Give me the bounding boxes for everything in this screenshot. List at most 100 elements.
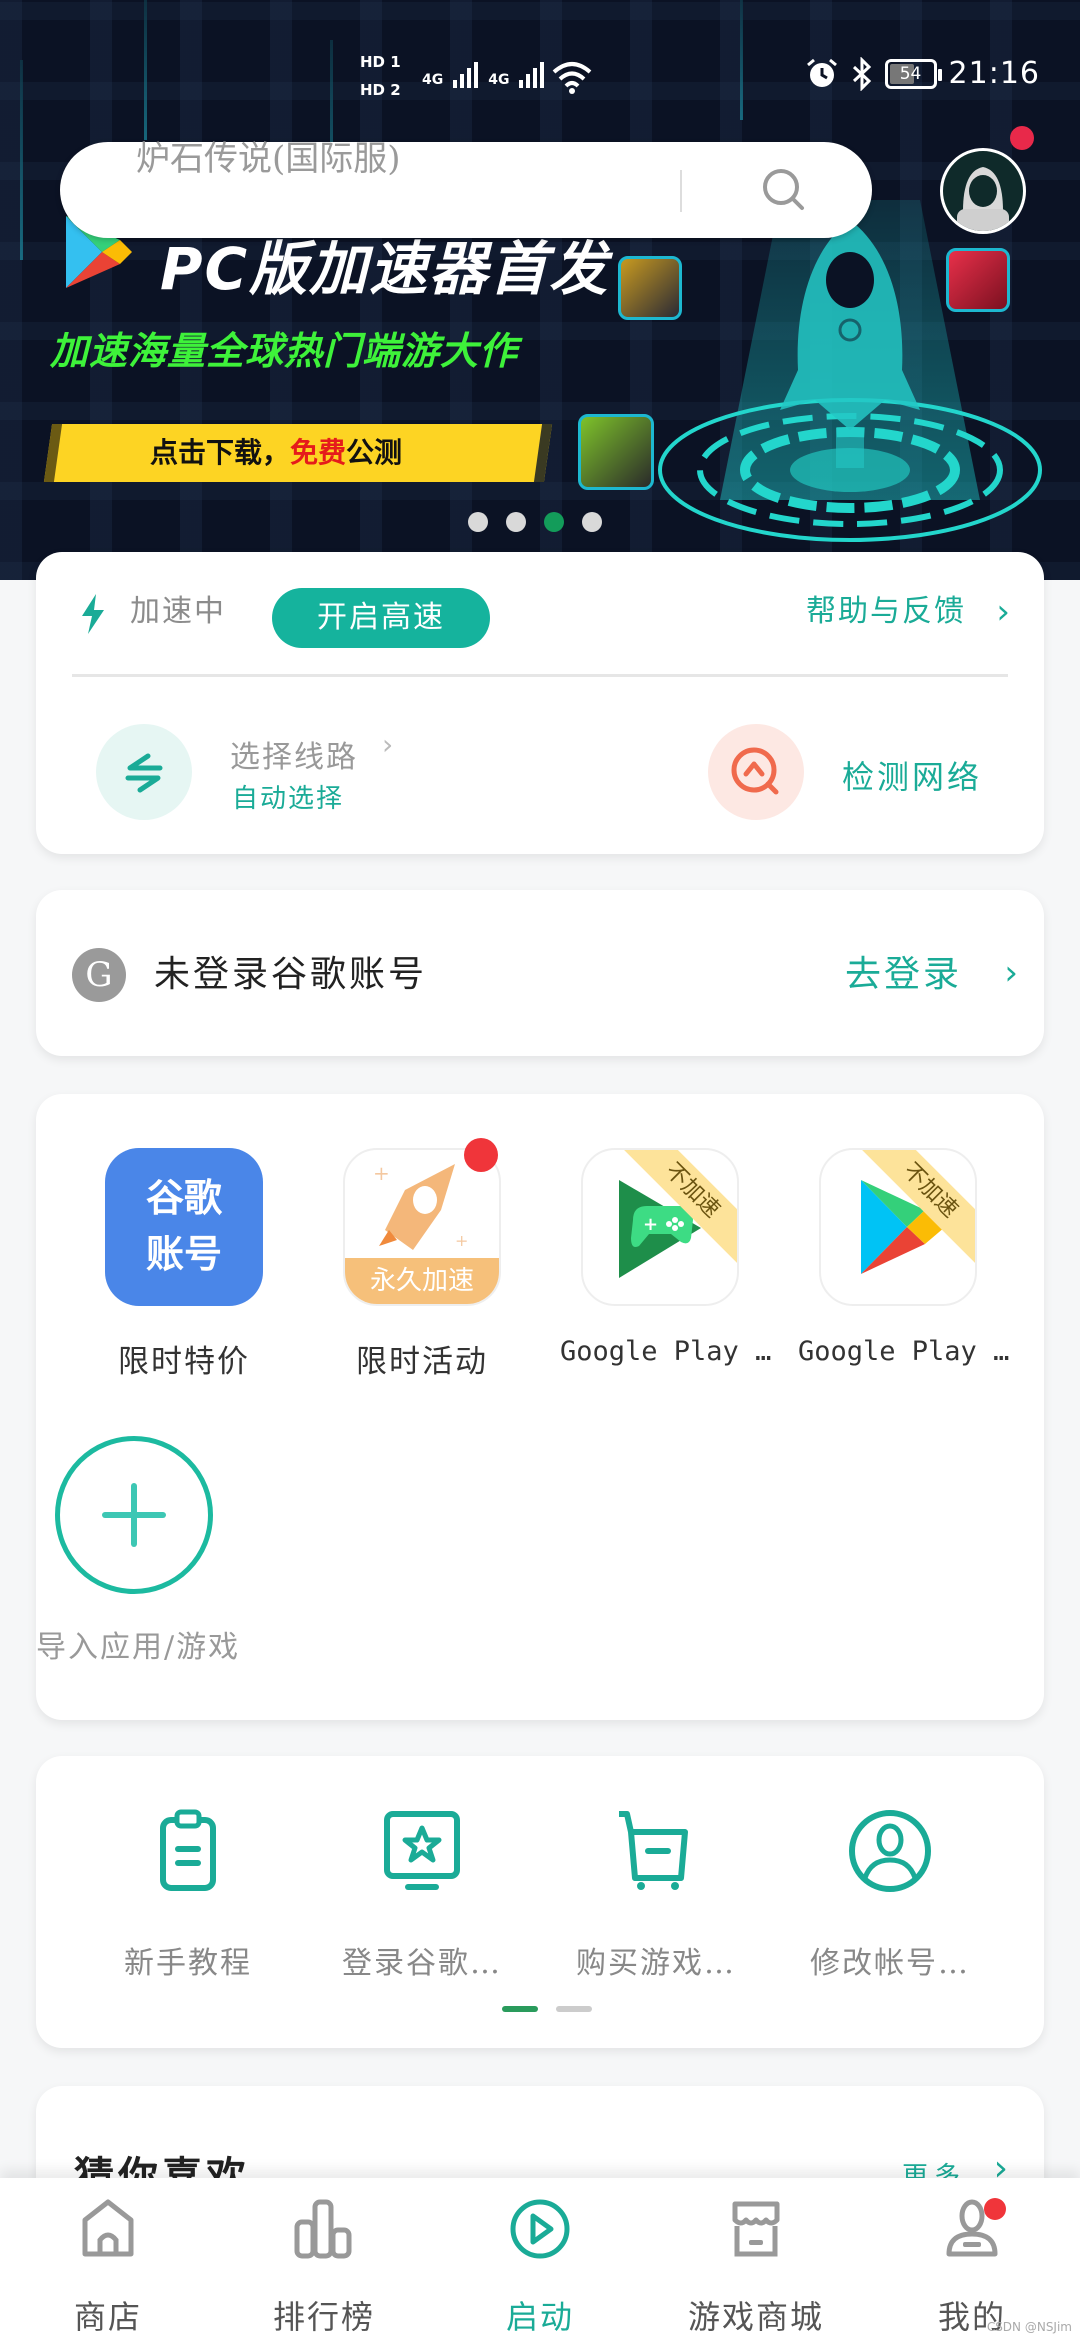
swap-arrows-icon [125,753,163,793]
nav-item-store[interactable]: 商店 [28,2196,188,2338]
google-account-status: 未登录谷歌账号 [154,954,428,995]
banner-dot[interactable] [582,512,602,532]
shortcut-buy-games[interactable]: 购买游戏… [546,1806,766,1982]
user-circle-icon [849,1810,931,1892]
home-icon [82,2199,134,2257]
app-label: Google Play … [798,1336,1010,1367]
shortcut-label: 登录谷歌… [342,1946,502,1981]
alarm-icon [806,58,837,87]
store-icon [732,2201,780,2257]
apps-grid-card: 谷歌 账号 限时特价 + + 永久加速 限时活动 + 不加速 Google Pl… [36,1094,1044,1720]
google-play-store-icon: 不加速 [819,1148,977,1306]
notification-dot [1010,126,1034,150]
google-icon: G [72,948,126,1002]
battery-icon: 54 [884,58,942,89]
cta-suffix: 公测 [346,436,403,469]
watermark: CSDN @NSJim [986,2320,1072,2334]
nav-item-launch[interactable]: 启动 [460,2196,620,2338]
sim-indicators: HD 1 HD 2 [360,48,401,104]
network-type-1: 4G [422,72,444,88]
nav-item-profile[interactable]: 我的 [892,2196,1052,2338]
google-account-icon: 谷歌 账号 [105,1148,263,1306]
game-thumbnail-apex[interactable] [946,248,1010,312]
user-avatar[interactable] [940,148,1026,234]
acceleration-status: 加速中 [130,594,226,629]
chevron-right-icon[interactable]: › [996,592,1010,632]
banner-pagination [468,512,602,532]
game-thumbnail-newstate[interactable] [618,256,682,320]
select-route-label[interactable]: 选择线路 [230,732,358,776]
search-placeholder: 炉石传说(国际服) [136,139,401,179]
app-item-google-play-games[interactable]: + 不加速 Google Play … [560,1148,772,1367]
shortcut-google-login[interactable]: 登录谷歌… [312,1806,532,1982]
bottom-navigation: 商店 排行榜 启动 游戏商城 我的 CSDN @NSJim [0,2178,1080,2340]
notification-dot [464,1138,498,1172]
shortcut-label: 购买游戏… [576,1946,736,1981]
sim1-label: HD 1 [360,53,401,71]
network-check-label[interactable]: 检测网络 [842,752,982,798]
google-account-card[interactable]: G 未登录谷歌账号 去登录 › [36,890,1044,1056]
shortcuts-card: 新手教程 登录谷歌… 购买游戏… 修改帐号… [36,1756,1044,2048]
game-thumbnail-cod[interactable] [578,414,654,490]
app-label: 限时活动 [356,1344,488,1380]
shortcuts-pagination [502,2006,592,2012]
network-type-2: 4G [488,72,510,88]
login-link[interactable]: 去登录 [845,950,962,1000]
nav-label: 游戏商城 [687,2298,824,2336]
banner-dot-active[interactable] [544,512,564,532]
nav-item-game-mall[interactable]: 游戏商城 [676,2196,836,2338]
network-check-button[interactable] [708,724,804,820]
shortcut-label: 修改帐号… [810,1946,970,1981]
app-item-limited-offer[interactable]: 谷歌 账号 限时特价 [84,1148,284,1381]
help-feedback-link[interactable]: 帮助与反馈 [806,592,966,632]
page-indicator-active[interactable] [502,2006,538,2012]
status-bar: HD 1 HD 2 4G 4G 54 21:16 [0,48,1080,108]
banner-dot[interactable] [468,512,488,532]
acceleration-card: 加速中 开启高速 帮助与反馈 › 选择线路 › 自动选择 检测网络 [36,552,1044,854]
wifi-icon [552,62,592,94]
shortcut-label: 新手教程 [124,1946,252,1981]
plus-circle-icon [55,1436,213,1594]
svg-text:+: + [373,1161,390,1185]
sim2-label: HD 2 [360,81,401,99]
app-label: 限时特价 [118,1344,250,1380]
lightning-icon [82,594,104,634]
enable-turbo-button[interactable]: 开启高速 [272,588,490,648]
chevron-right-icon[interactable]: › [1004,948,1018,998]
icon-text: 谷歌 [145,1176,222,1220]
icon-text: 永久加速 [345,1258,499,1304]
monitor-star-icon [384,1811,460,1890]
select-route-button[interactable] [96,724,192,820]
bluetooth-icon [852,56,871,91]
page-indicator[interactable] [556,2006,592,2012]
search-input[interactable]: 炉石传说(国际服) [60,142,872,238]
shortcut-edit-account[interactable]: 修改帐号… [780,1806,1000,1982]
notification-dot [984,2198,1006,2220]
banner-cta-button[interactable]: 点击下载，免费公测 [150,430,402,476]
cart-icon [619,1811,688,1890]
signal-icon: 4G 4G [422,58,545,88]
google-play-games-icon: + 不加速 [581,1148,739,1306]
astronaut-avatar-icon [957,167,1009,231]
svg-text:+: + [643,1214,658,1235]
route-value: 自动选择 [232,784,345,814]
nav-label: 启动 [505,2298,574,2336]
battery-level: 54 [899,63,922,84]
network-check-icon [731,747,779,795]
ranking-icon [294,2199,352,2259]
nav-item-ranking[interactable]: 排行榜 [244,2196,404,2338]
nav-label: 商店 [73,2298,142,2336]
clipboard-icon [160,1809,216,1891]
search-icon[interactable] [758,164,810,216]
app-item-google-play-store[interactable]: 不加速 Google Play … [798,1148,1010,1367]
clock: 21:16 [948,56,1040,91]
svg-text:+: + [455,1231,468,1250]
app-label: Google Play … [560,1336,772,1367]
shortcut-tutorial[interactable]: 新手教程 [78,1806,298,1982]
banner-dot[interactable] [506,512,526,532]
play-circle-icon [510,2199,570,2259]
banner-subtitle: 加速海量全球热门端游大作 [50,329,519,373]
app-item-limited-event[interactable]: + + 永久加速 限时活动 [322,1138,522,1381]
cta-highlight: 免费 [290,436,347,469]
import-app-button[interactable]: 导入应用/游戏 [36,1436,238,1666]
